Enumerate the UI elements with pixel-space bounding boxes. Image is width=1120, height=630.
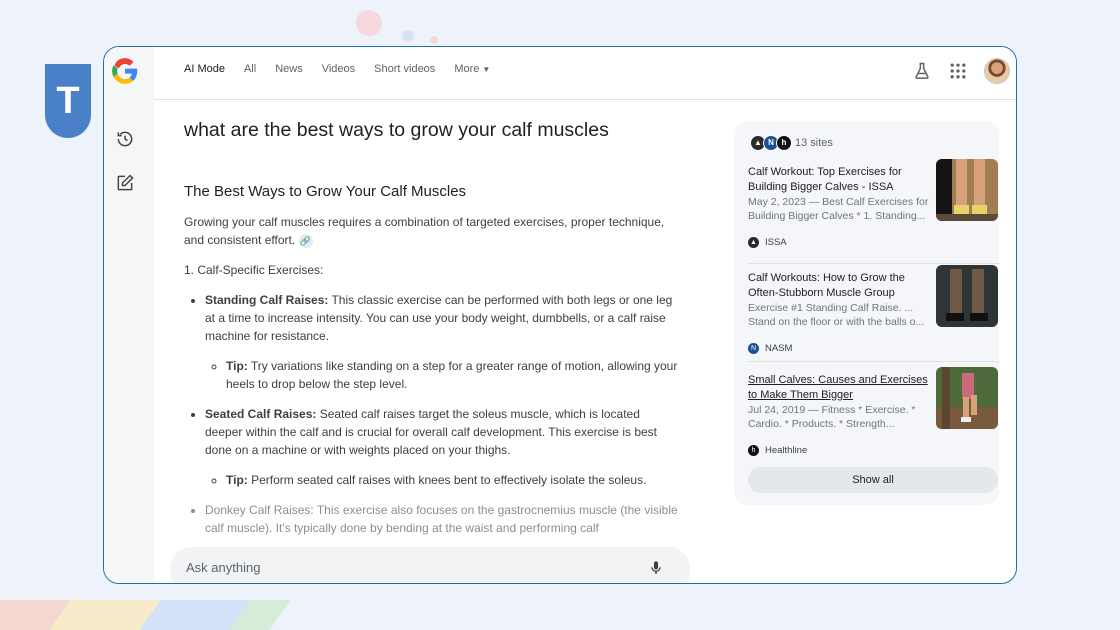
source-snippet: May 2, 2023 — Best Calf Exercises for Bu…	[748, 196, 929, 222]
query-title: what are the best ways to grow your calf…	[184, 119, 609, 141]
new-chat-edit-icon[interactable]	[115, 173, 135, 193]
tab-ai-mode[interactable]: AI Mode	[184, 63, 225, 75]
source-title[interactable]: Small Calves: Causes and Exercises to Ma…	[748, 373, 930, 403]
ask-input[interactable]	[184, 559, 628, 576]
caret-down-icon: ▼	[482, 65, 491, 74]
source-site: ▲ ISSA	[748, 237, 787, 248]
tip-item: Tip: Perform seated calf raises with kne…	[226, 471, 679, 489]
source-site-name: ISSA	[765, 237, 787, 248]
source-card[interactable]: Calf Workouts: How to Grow the Often-Stu…	[748, 265, 1000, 367]
source-card[interactable]: Calf Workout: Top Exercises for Building…	[748, 159, 1000, 261]
labs-flask-icon[interactable]	[912, 61, 932, 81]
item-title: Standing Calf Raises:	[205, 293, 329, 307]
tip-label: Tip:	[226, 473, 248, 487]
top-bar: AI Mode All News Videos Short videos Mor…	[154, 47, 1016, 100]
ask-bar	[170, 547, 690, 583]
source-snippet: Exercise #1 Standing Calf Raise. ... Sta…	[748, 302, 925, 328]
divider	[748, 361, 1000, 362]
history-icon[interactable]	[115, 129, 135, 149]
tip-text: Try variations like standing on a step f…	[226, 359, 678, 391]
apps-grid-icon[interactable]	[948, 61, 968, 81]
list-item: Standing Calf Raises: This classic exerc…	[205, 291, 679, 393]
microphone-icon[interactable]	[648, 559, 664, 577]
issa-favicon-icon: ▲	[748, 237, 759, 248]
answer-intro-text: Growing your calf muscles requires a com…	[184, 215, 665, 247]
tab-all[interactable]: All	[244, 63, 256, 75]
account-area	[912, 58, 1010, 84]
show-all-button[interactable]: Show all	[748, 467, 998, 493]
source-snippet: Jul 24, 2019 — Fitness * Exercise. * Car…	[748, 404, 916, 430]
bg-decoration	[356, 10, 382, 36]
tab-more-label: More	[454, 63, 480, 75]
source-site-name: NASM	[765, 343, 793, 354]
list-item: Donkey Calf Raises: This exercise also f…	[205, 501, 679, 537]
brand-badge: T	[45, 64, 91, 138]
answer-intro: Growing your calf muscles requires a com…	[184, 213, 679, 249]
tip-label: Tip:	[226, 359, 248, 373]
citation-link-icon[interactable]: 🔗	[298, 233, 313, 248]
tip-item: Tip: Try variations like standing on a s…	[226, 357, 679, 393]
brand-badge-letter: T	[56, 79, 80, 122]
nasm-favicon-icon: N	[748, 343, 759, 354]
tab-news[interactable]: News	[275, 63, 303, 75]
bg-decoration	[430, 36, 438, 44]
answer-heading: The Best Ways to Grow Your Calf Muscles	[184, 183, 467, 200]
sources-panel: ▲ N h 13 sites Calf Workout: Top Exercis…	[734, 121, 1000, 505]
source-title[interactable]: Calf Workout: Top Exercises for Building…	[748, 165, 930, 195]
section-heading: 1. Calf-Specific Exercises:	[184, 263, 324, 277]
source-favicons: ▲ N h	[750, 135, 792, 151]
item-title: Donkey Calf Raises:	[205, 503, 314, 517]
calf-workout-thumbnail	[936, 265, 998, 327]
tab-videos[interactable]: Videos	[322, 63, 355, 75]
source-site-name: Healthline	[765, 445, 808, 456]
sources-header: ▲ N h 13 sites	[750, 135, 833, 151]
google-logo-icon[interactable]	[111, 57, 139, 85]
browser-frame: AI Mode All News Videos Short videos Mor…	[103, 46, 1017, 584]
exercise-list: Standing Calf Raises: This classic exerc…	[184, 291, 679, 537]
list-item: Seated Calf Raises: Seated calf raises t…	[205, 405, 679, 489]
avatar[interactable]	[984, 58, 1010, 84]
search-tabs: AI Mode All News Videos Short videos Mor…	[184, 63, 509, 75]
source-site: N NASM	[748, 343, 792, 354]
answer-body: The Best Ways to Grow Your Calf Muscles …	[184, 183, 679, 549]
ai-answer-panel: what are the best ways to grow your calf…	[184, 99, 684, 583]
tab-more[interactable]: More ▼	[454, 63, 490, 75]
item-title: Seated Calf Raises:	[205, 407, 317, 421]
tip-list: Tip: Try variations like standing on a s…	[205, 357, 679, 393]
bg-decoration	[402, 30, 414, 42]
sources-count: 13 sites	[795, 137, 833, 149]
tip-text: Perform seated calf raises with knees be…	[247, 473, 647, 487]
source-site: h Healthline	[748, 445, 807, 456]
runner-thumbnail	[936, 367, 998, 429]
healthline-favicon-icon: h	[776, 135, 792, 151]
tab-short-videos[interactable]: Short videos	[374, 63, 435, 75]
source-card[interactable]: Small Calves: Causes and Exercises to Ma…	[748, 367, 1000, 469]
tip-list: Tip: Perform seated calf raises with kne…	[205, 471, 679, 489]
divider	[748, 263, 1000, 264]
left-rail	[104, 47, 154, 583]
source-title[interactable]: Calf Workouts: How to Grow the Often-Stu…	[748, 271, 930, 301]
healthline-favicon-icon: h	[748, 445, 759, 456]
calf-legs-thumbnail	[936, 159, 998, 221]
